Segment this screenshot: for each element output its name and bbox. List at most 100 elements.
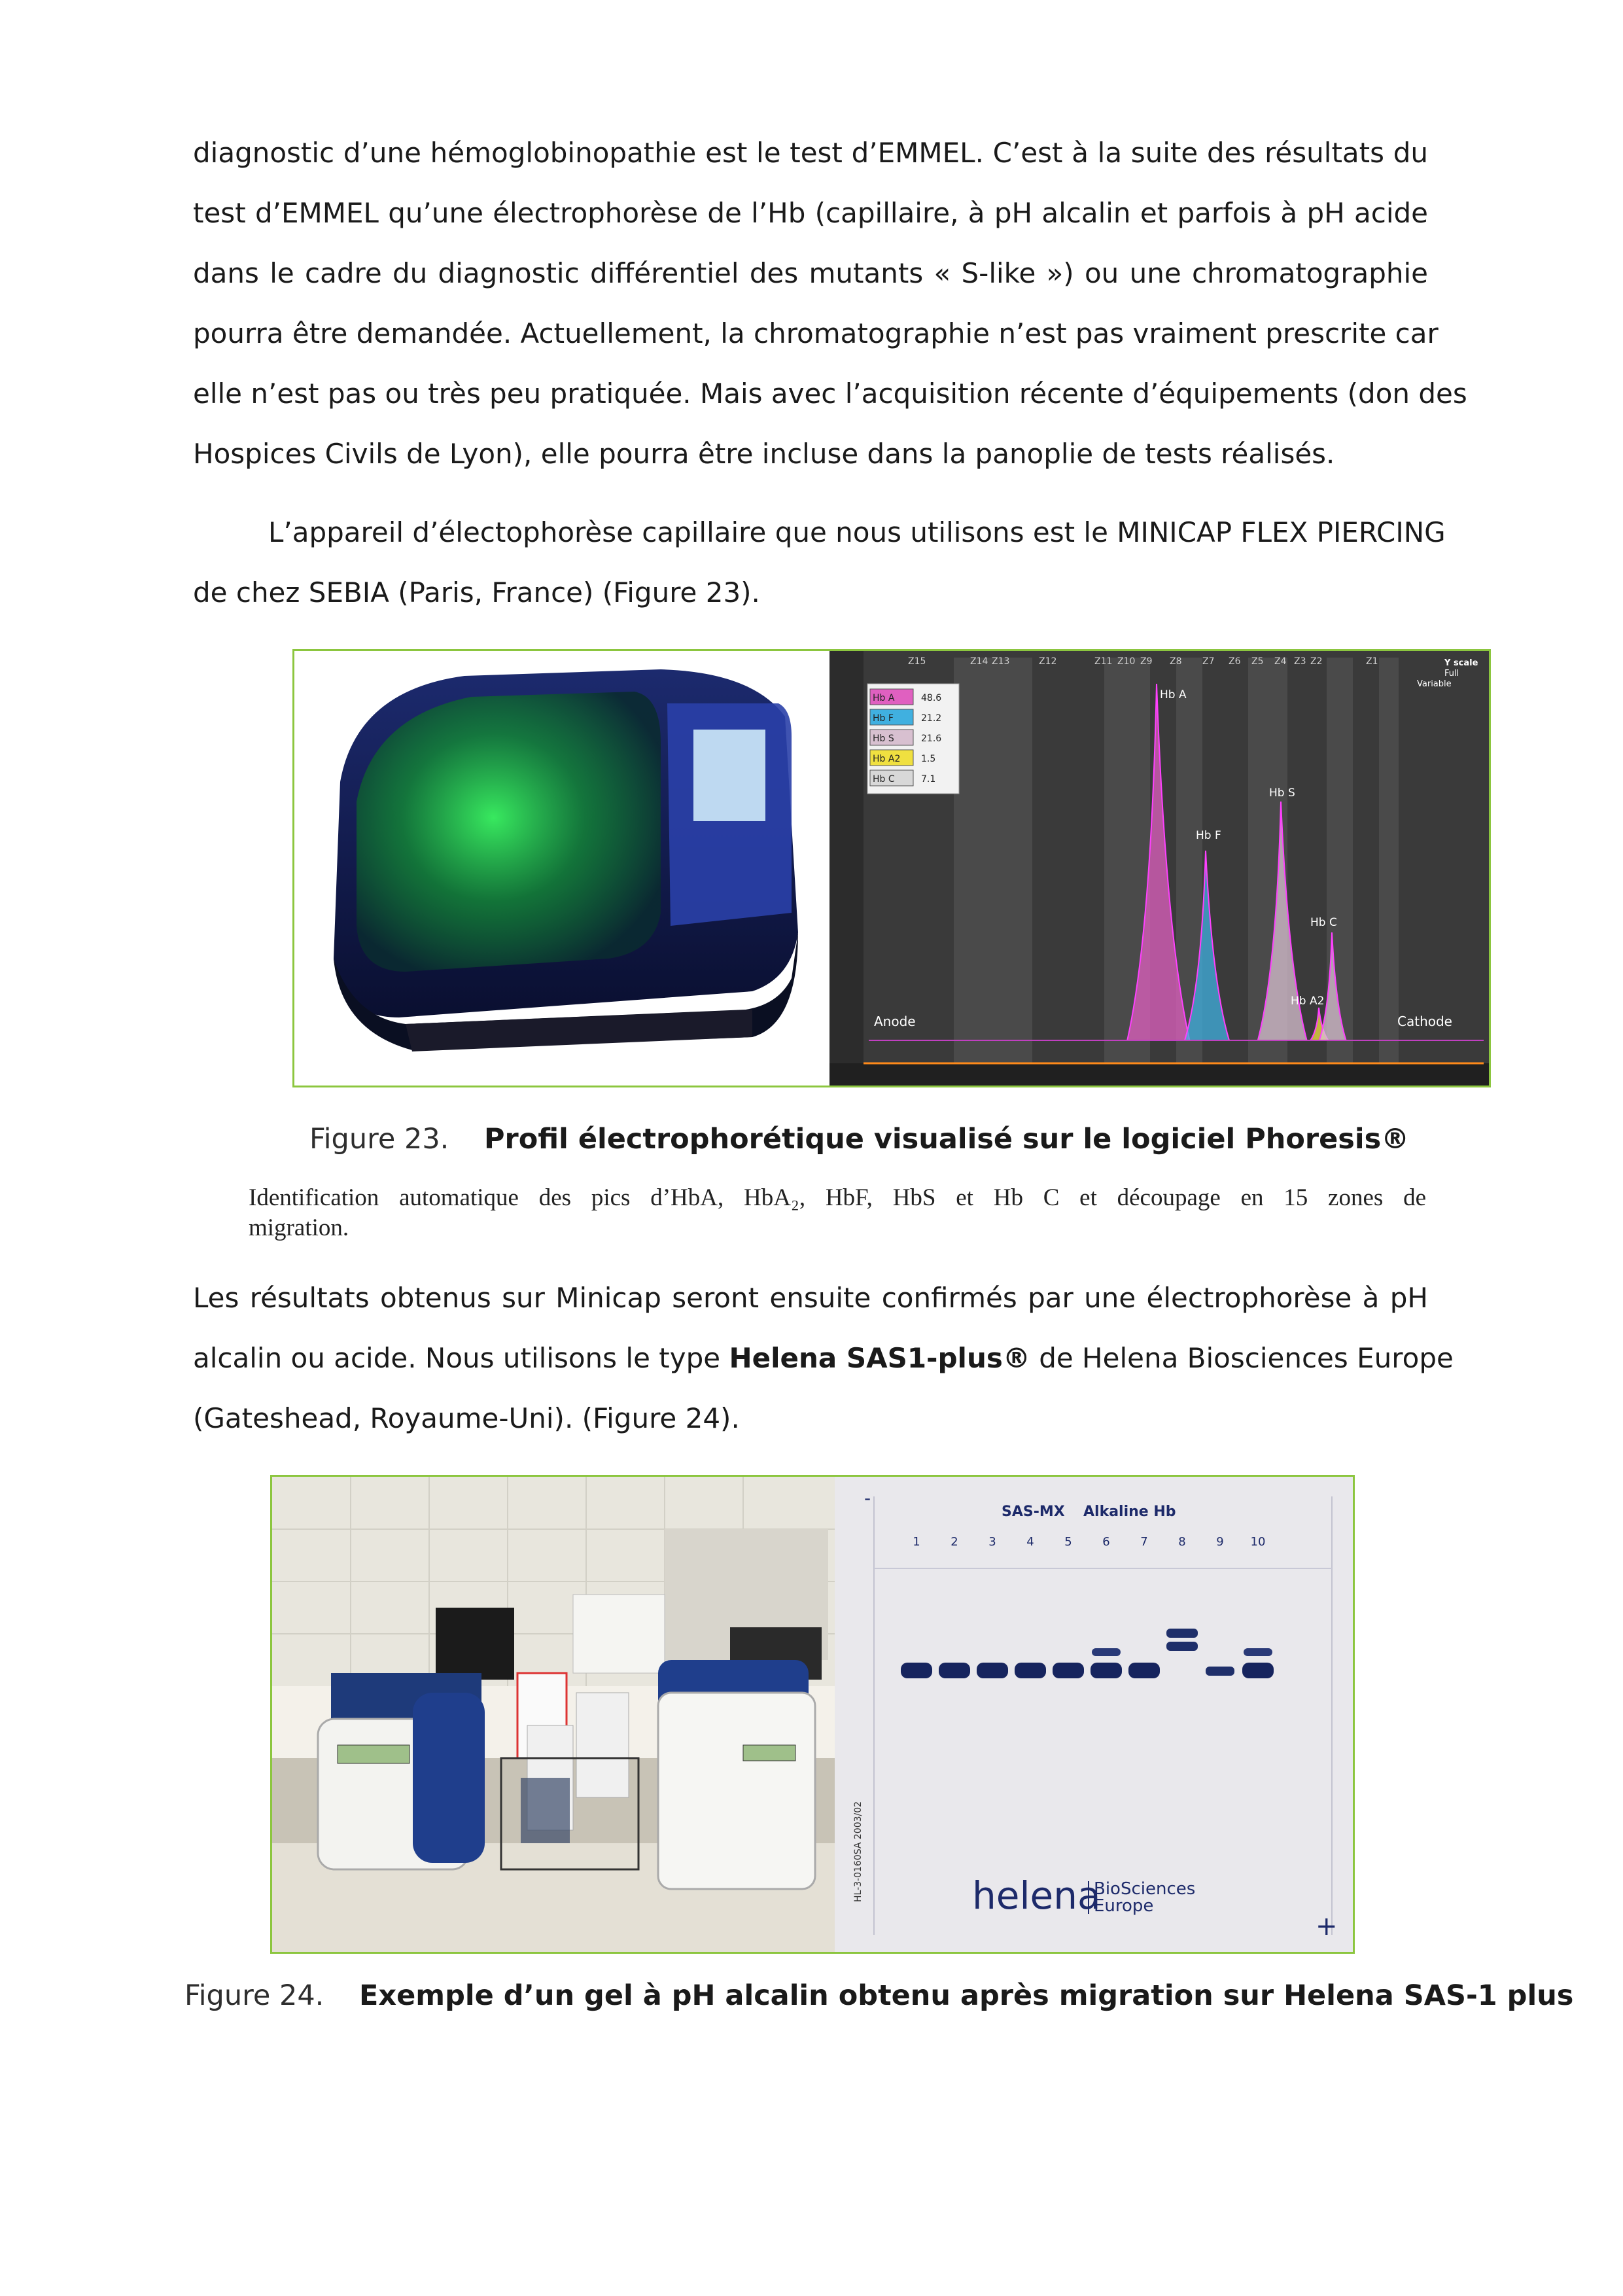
lane-number: 2 — [951, 1535, 958, 1549]
phoresis-electropherogram: Z15 Z14 Z13 Z12 Z11 Z10 Z9 Z8 Z7 Z6 Z5 Z… — [829, 651, 1489, 1086]
lane-number: 7 — [1140, 1535, 1147, 1549]
peak-table-value: 48.6 — [921, 693, 941, 703]
minicap-instrument-picture — [294, 651, 829, 1086]
paragraph-2: L’appareil d’électophorèse capillaire qu… — [193, 503, 1446, 623]
text-line: diagnostic d’une hémoglobinopathie est l… — [193, 137, 1428, 169]
peak-table-name: Hb A2 — [873, 754, 900, 764]
helena-logo: helena — [972, 1873, 1101, 1918]
lane-number: 3 — [988, 1535, 996, 1549]
anode-label: Anode — [874, 1014, 916, 1029]
gel-band — [1166, 1642, 1198, 1651]
peak-table-value: 21.6 — [921, 733, 941, 744]
figure-24-caption: Figure 24. Exemple d’un gel à pH alcalin… — [184, 1979, 1573, 2012]
zone-label: Z11 — [1094, 656, 1112, 667]
text-line: (Gateshead, Royaume-Uni). (Figure 24). — [193, 1402, 740, 1434]
paragraph-1: diagnostic d’une hémoglobinopathie est l… — [193, 123, 1467, 484]
text-line: pourra être demandée. Actuellement, la c… — [193, 317, 1439, 349]
figure-23-subcaption: Identification automatique des pics d’Hb… — [249, 1183, 1426, 1243]
lane-number: 4 — [1026, 1535, 1034, 1549]
gel-band — [1206, 1667, 1234, 1676]
zone-label: Z10 — [1117, 656, 1135, 667]
gel-band — [1244, 1648, 1272, 1656]
lane-number: 6 — [1102, 1535, 1109, 1549]
text-line: elle n’est pas ou très peu pratiquée. Ma… — [193, 378, 1467, 410]
text-line: L’appareil d’électophorèse capillaire qu… — [268, 516, 1446, 548]
zone-label: Z2 — [1310, 656, 1323, 667]
lane-number: 1 — [913, 1535, 920, 1549]
peak-label: Hb C — [1310, 916, 1337, 929]
text-line: Identification automatique des pics d’Hb… — [249, 1184, 1426, 1211]
figure-24-graphic: SAS-MX Alkaline Hb 1 2 3 4 5 6 7 8 9 10 - + HL-3-… — [272, 1477, 1353, 1952]
lane-number: 10 — [1251, 1535, 1266, 1549]
figure-23-image: Z15 Z14 Z13 Z12 Z11 Z10 Z9 Z8 Z7 Z6 Z5 Z… — [292, 649, 1491, 1087]
figure-number: Figure 23. — [309, 1123, 449, 1156]
cathode-label: Cathode — [1397, 1014, 1452, 1029]
gel-band — [1242, 1663, 1274, 1678]
text-line: Hospices Civils de Lyon), elle pourra êt… — [193, 438, 1335, 470]
gel-band — [1015, 1663, 1046, 1678]
peak-table-name: Hb F — [873, 713, 894, 724]
gel-band — [1128, 1663, 1160, 1678]
gel-code: HL-3-0160SA 2003/02 — [853, 1801, 864, 1902]
lane-number: 8 — [1178, 1535, 1185, 1549]
text-line: de chez SEBIA (Paris, France) (Figure 23… — [193, 576, 760, 609]
y-scale-variable: Variable — [1417, 679, 1452, 689]
figure-24-image: SAS-MX Alkaline Hb 1 2 3 4 5 6 7 8 9 10 - + HL-3-… — [270, 1475, 1355, 1954]
peak-table-name: Hb A — [873, 693, 895, 703]
figure-title: Exemple d’un gel à pH alcalin obtenu apr… — [359, 1979, 1574, 2012]
gel-band — [939, 1663, 970, 1678]
figure-23-caption: Figure 23. Profil électrophorétique visu… — [309, 1123, 1409, 1156]
y-scale-full: Full — [1444, 669, 1459, 679]
text-line: Les résultats obtenus sur Minicap seront… — [193, 1282, 1428, 1314]
zone-label: Z1 — [1366, 656, 1378, 667]
zone-label: Z12 — [1039, 656, 1056, 667]
gel-band — [1092, 1648, 1121, 1656]
peak-table-value: 7.1 — [921, 774, 935, 785]
product-name: Helena SAS1-plus® — [729, 1342, 1030, 1374]
alkaline-gel-picture: SAS-MX Alkaline Hb 1 2 3 4 5 6 7 8 9 10 - + HL-3-… — [835, 1477, 1353, 1952]
lab-bench-picture — [272, 1477, 835, 1952]
zone-label: Z8 — [1170, 656, 1182, 667]
figure-title: Profil électrophorétique visualisé sur l… — [484, 1123, 1410, 1156]
gel-band — [1091, 1663, 1122, 1678]
zone-label: Z9 — [1140, 656, 1153, 667]
peak-label: Hb A — [1160, 688, 1187, 701]
plus-mark: + — [1316, 1911, 1338, 1941]
helena-logo: Europe — [1094, 1896, 1153, 1916]
zone-label: Z15 — [908, 656, 926, 667]
figure-23-graphic: Z15 Z14 Z13 Z12 Z11 Z10 Z9 Z8 Z7 Z6 Z5 Z… — [294, 651, 1489, 1086]
zone-label: Z3 — [1294, 656, 1306, 667]
zone-label: Z14 — [970, 656, 988, 667]
text-line: migration. — [249, 1214, 349, 1241]
zone-label: Z4 — [1274, 656, 1287, 667]
peak-table: Hb A 48.6 Hb F 21.2 Hb S 21.6 Hb A2 1.5 Hb C 7.1 — [867, 683, 960, 794]
figure-number: Figure 24. — [184, 1979, 324, 2012]
gel-band — [1053, 1663, 1084, 1678]
zone-label: Z7 — [1202, 656, 1215, 667]
peak-label: Hb S — [1269, 786, 1295, 800]
y-scale-title: Y scale — [1444, 658, 1478, 668]
gel-title: SAS-MX — [1002, 1504, 1065, 1520]
text-line: dans le cadre du diagnostic différentiel… — [193, 257, 1428, 289]
peak-label: Hb F — [1196, 829, 1221, 842]
text-line: alcalin ou acide. Nous utilisons le type… — [193, 1328, 1454, 1388]
gel-band — [901, 1663, 932, 1678]
text-span: de Helena Biosciences Europe — [1030, 1342, 1454, 1374]
peak-table-name: Hb C — [873, 774, 895, 785]
text-span: alcalin ou acide. Nous utilisons le type — [193, 1342, 729, 1374]
gel-band — [1166, 1629, 1198, 1638]
peak-label: Hb A2 — [1291, 995, 1324, 1008]
zone-label: Z6 — [1229, 656, 1241, 667]
gel-band — [977, 1663, 1008, 1678]
minus-mark: - — [864, 1487, 871, 1509]
zone-label: Z5 — [1251, 656, 1264, 667]
zone-label: Z13 — [992, 656, 1009, 667]
paragraph-3: Les résultats obtenus sur Minicap seront… — [193, 1268, 1454, 1449]
peak-table-value: 21.2 — [921, 713, 941, 724]
lane-number: 5 — [1064, 1535, 1072, 1549]
lane-number: 9 — [1216, 1535, 1223, 1549]
peak-table-value: 1.5 — [921, 754, 935, 764]
gel-title: Alkaline Hb — [1083, 1504, 1176, 1520]
text-line: test d’EMMEL qu’une électrophorèse de l’… — [193, 197, 1428, 229]
peak-table-name: Hb S — [873, 733, 894, 744]
